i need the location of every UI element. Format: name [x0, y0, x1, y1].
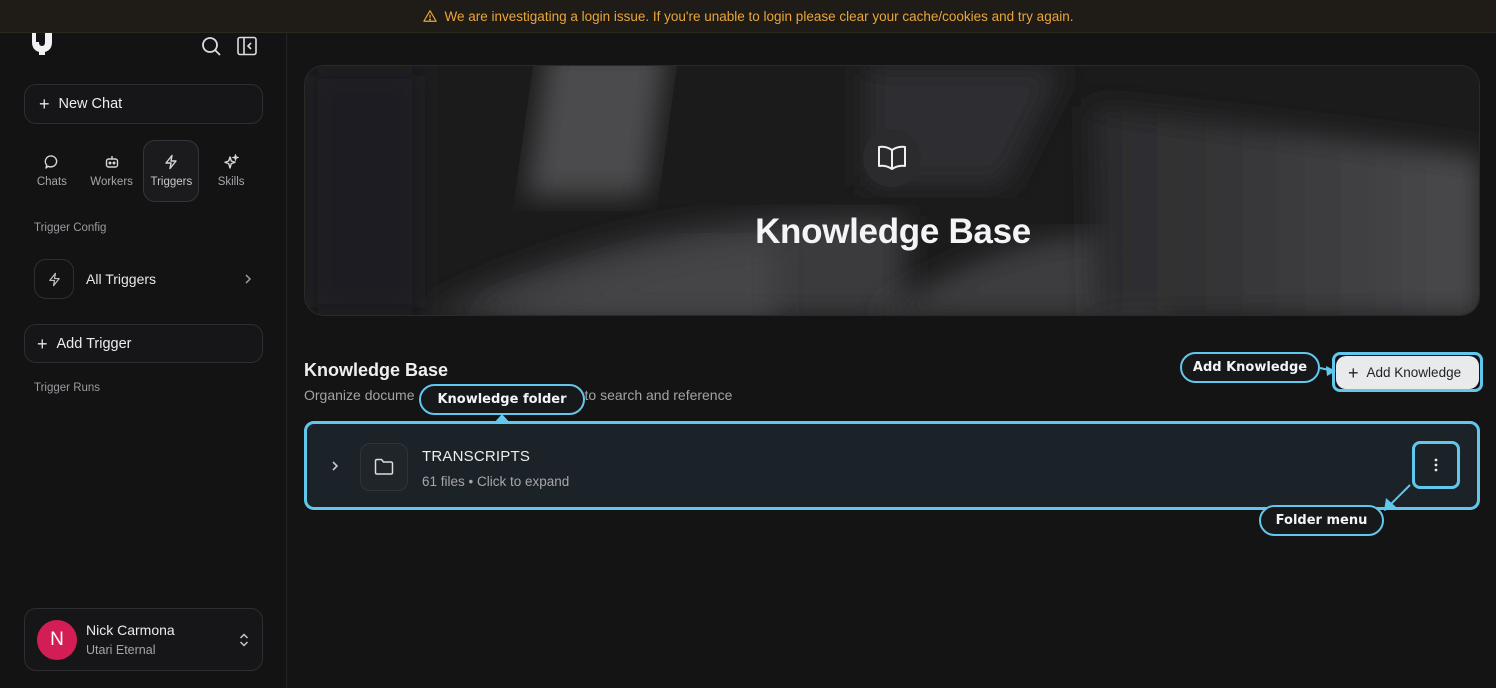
all-triggers-label: All Triggers — [86, 271, 157, 287]
sidebar-nav: Chats Workers Triggers Skills — [24, 140, 263, 204]
banner-text: We are investigating a login issue. If y… — [444, 8, 1074, 24]
lightning-icon — [34, 259, 74, 299]
user-name: Nick Carmona — [86, 622, 175, 638]
folder-icon — [360, 443, 408, 491]
trigger-runs-label: Trigger Runs — [34, 382, 101, 394]
chevron-right-icon[interactable] — [329, 459, 341, 473]
hero-banner: Knowledge Base — [304, 65, 1480, 316]
trigger-config-label: Trigger Config — [34, 222, 107, 234]
user-menu[interactable]: N Nick Carmona Utari Eternal — [24, 608, 263, 671]
folder-meta: 61 files • Click to expand — [422, 474, 570, 489]
add-trigger-label: Add Trigger — [56, 335, 132, 352]
sparkle-icon — [224, 154, 240, 169]
nav-label-triggers: Triggers — [150, 176, 193, 188]
knowledge-folder-row[interactable]: TRANSCRIPTS 61 files • Click to expand — [304, 421, 1480, 510]
folder-name: TRANSCRIPTS — [422, 448, 531, 465]
subtitle-end: to search and reference — [584, 387, 733, 403]
brand-logo[interactable] — [30, 33, 54, 55]
add-trigger-button[interactable]: + Add Trigger — [24, 324, 263, 363]
chevron-up-down-icon — [239, 632, 249, 647]
plus-icon: + — [39, 94, 50, 114]
warning-icon — [422, 10, 437, 22]
nav-item-workers[interactable]: Workers — [84, 140, 140, 202]
book-icon — [863, 129, 921, 187]
plus-icon: + — [37, 333, 48, 354]
nav-label-skills: Skills — [217, 176, 245, 188]
nav-item-skills[interactable]: Skills — [203, 140, 259, 202]
new-chat-button[interactable]: + New Chat — [24, 84, 263, 124]
lightning-icon — [165, 154, 178, 170]
subtitle-start: Organize docume — [304, 387, 415, 403]
collapse-sidebar-icon[interactable] — [236, 35, 258, 57]
announcement-banner: We are investigating a login issue. If y… — [0, 0, 1496, 33]
callout-add-knowledge: Add Knowledge — [1180, 352, 1320, 383]
callout-knowledge-folder: Knowledge folder — [419, 384, 585, 415]
nav-item-triggers[interactable]: Triggers — [143, 140, 200, 202]
folder-menu-button[interactable] — [1412, 441, 1460, 489]
avatar: N — [37, 619, 77, 660]
chat-bubble-icon — [44, 155, 58, 169]
chevron-right-icon — [245, 274, 252, 284]
page-title: Knowledge Base — [304, 360, 449, 380]
callout-folder-menu: Folder menu — [1259, 505, 1384, 536]
add-knowledge-highlight — [1332, 352, 1483, 392]
hero-background-art — [305, 66, 1479, 315]
nav-label-workers: Workers — [90, 176, 133, 188]
nav-label-chats: Chats — [36, 176, 67, 188]
more-vertical-icon — [1434, 458, 1438, 472]
sidebar: + New Chat Chats Workers Triggers Skills… — [0, 33, 287, 688]
new-chat-label: New Chat — [58, 96, 123, 112]
hero-title: Knowledge Base — [755, 212, 1031, 251]
all-triggers-item[interactable]: All Triggers — [34, 258, 254, 300]
robot-icon — [105, 156, 118, 168]
search-icon[interactable] — [200, 35, 222, 57]
user-org: Utari Eternal — [86, 643, 156, 657]
nav-item-chats[interactable]: Chats — [24, 140, 80, 202]
